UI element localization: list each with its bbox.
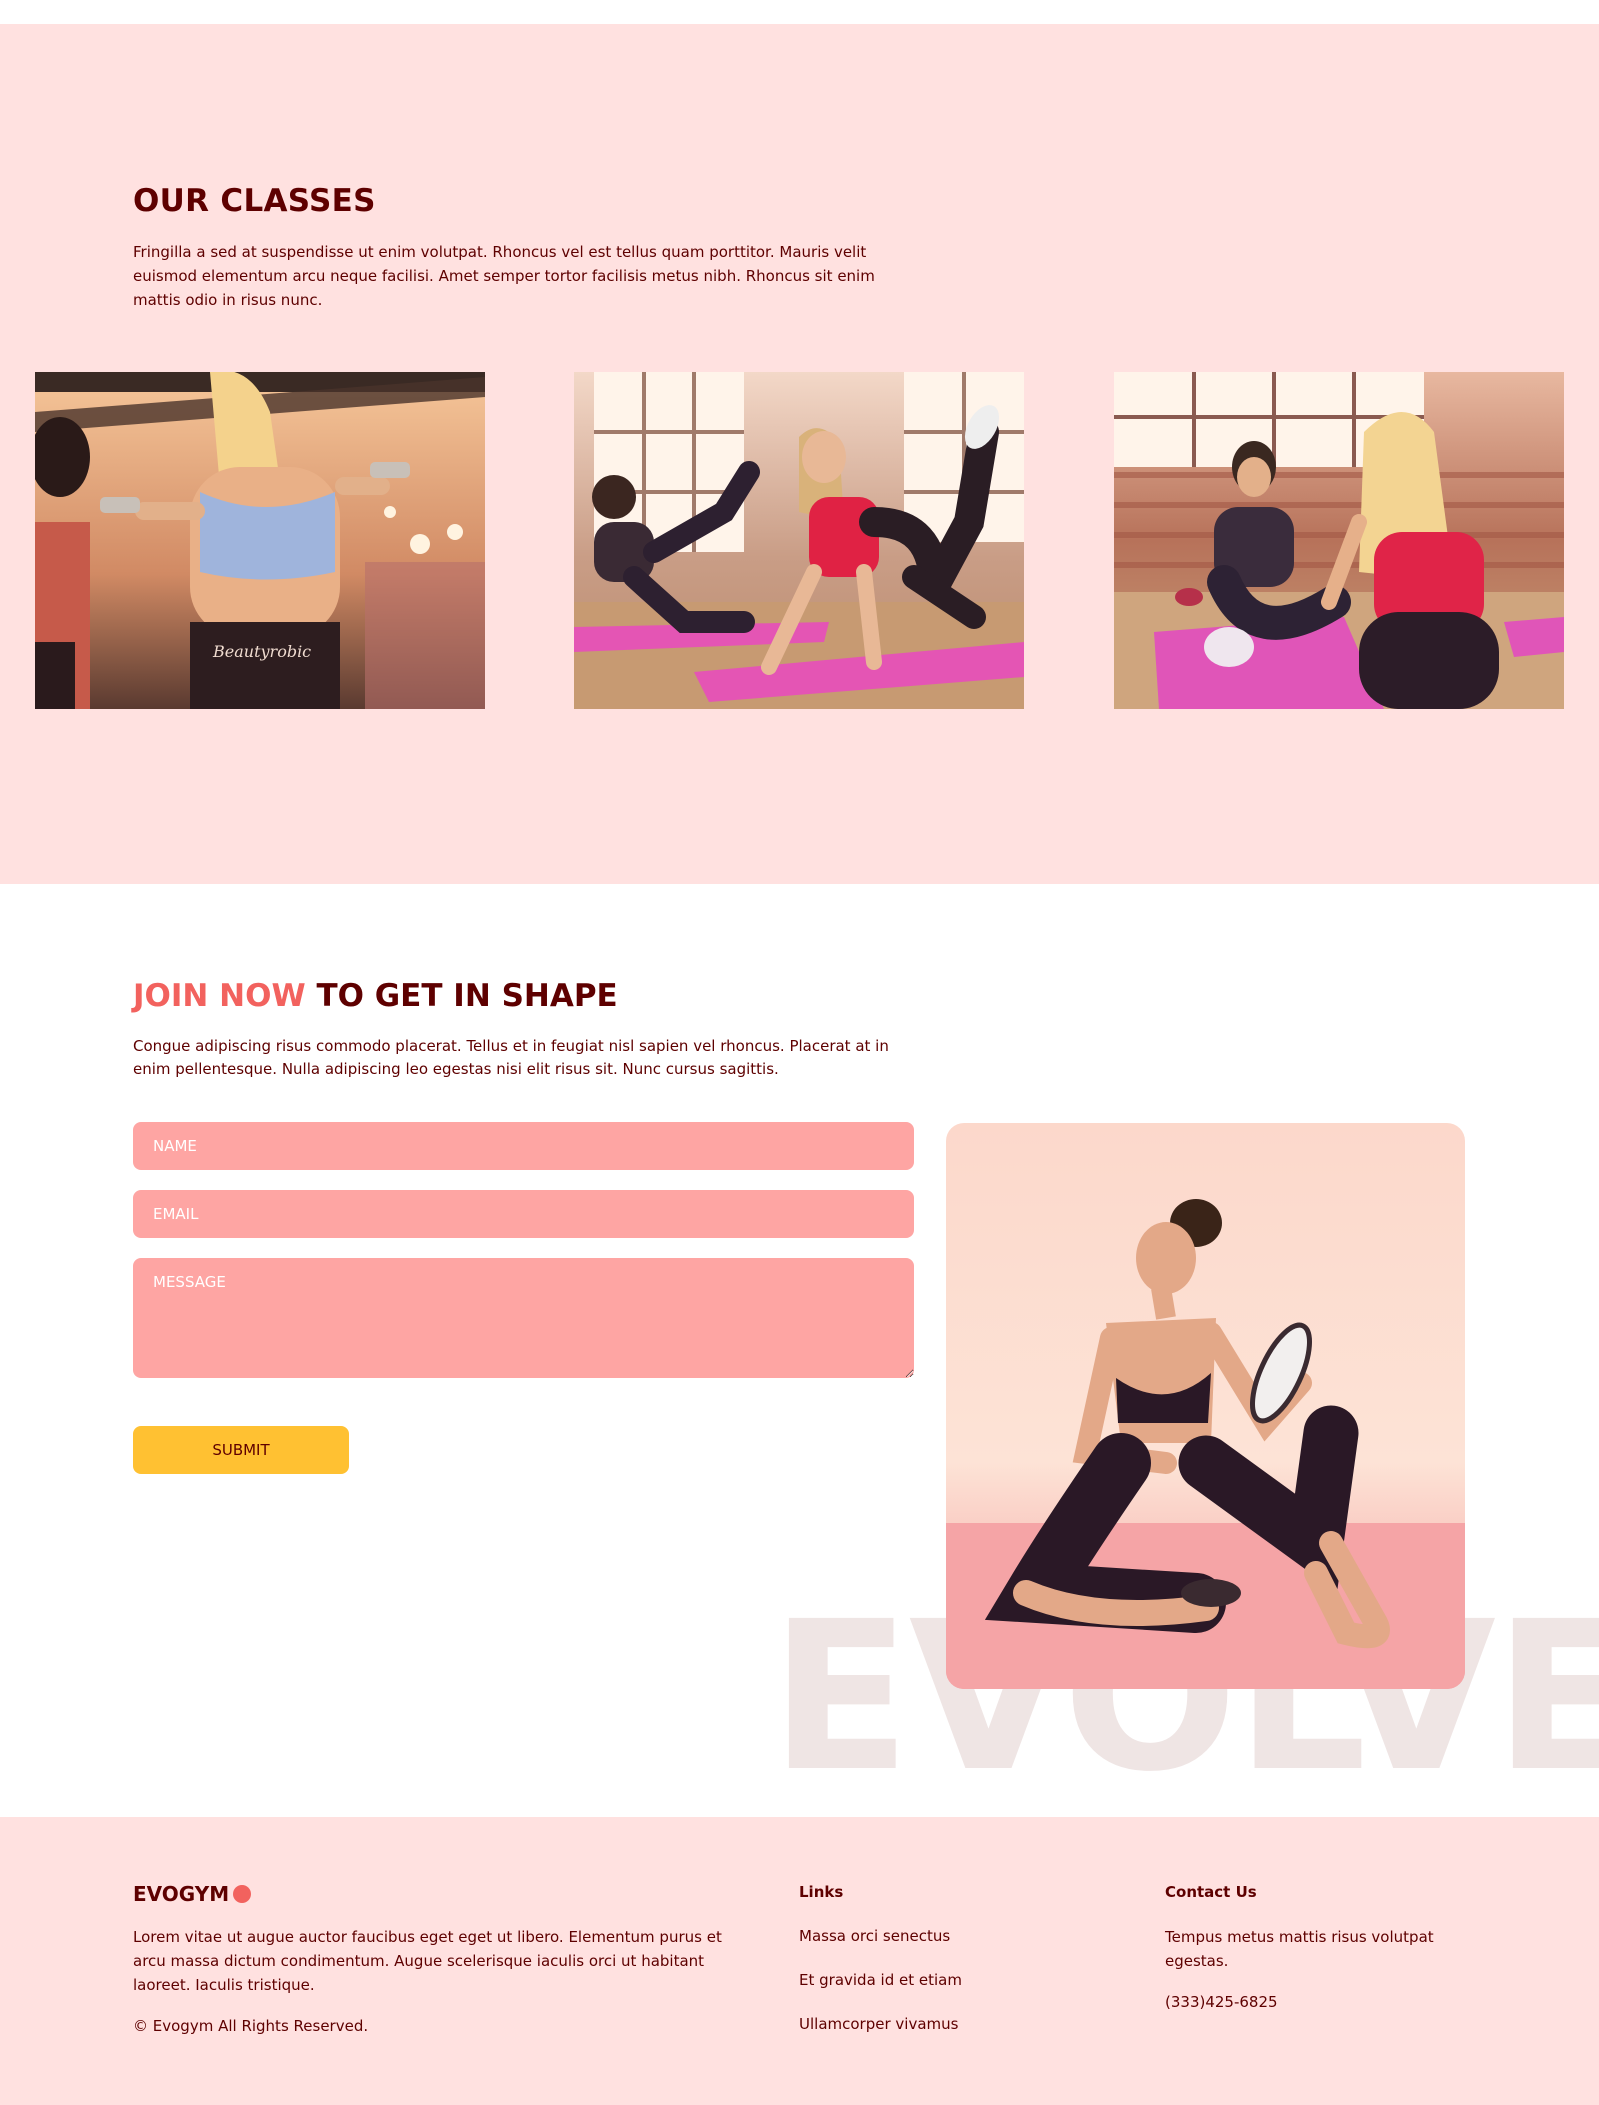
join-description: Congue adipiscing risus commodo placerat… (133, 1037, 889, 1078)
our-classes-section: OUR CLASSES Fringilla a sed at suspendis… (0, 24, 1599, 884)
logo-text: EVOGYM (133, 1882, 230, 1906)
links-heading: Links (799, 1883, 844, 1901)
stretching-class-image[interactable] (1114, 372, 1564, 709)
classes-title: OUR CLASSES (133, 183, 376, 219)
footer-logo[interactable]: EVOGYM (133, 1882, 252, 1906)
classes-description: Fringilla a sed at suspendisse ut enim v… (133, 243, 875, 309)
footer-link-1[interactable]: Massa orci senectus (799, 1927, 950, 1945)
dumbbell-class-image[interactable]: Beautyrobic (35, 372, 485, 709)
logo-dot-icon (233, 1885, 252, 1903)
submit-button[interactable]: SUBMIT (133, 1426, 349, 1474)
footer-copyright: © Evogym All Rights Reserved. (133, 2017, 369, 2035)
footer-link-3[interactable]: Ullamcorper vivamus (799, 2015, 958, 2033)
footer: EVOGYM Lorem vitae ut augue auctor fauci… (0, 1817, 1599, 2105)
join-title-rest: TO GET IN SHAPE (305, 978, 618, 1014)
contact-address: Tempus metus mattis risus volutpat egest… (1165, 1928, 1434, 1970)
contact-heading: Contact Us (1165, 1883, 1257, 1901)
name-input[interactable] (133, 1122, 914, 1170)
mat-workout-class-image[interactable] (574, 372, 1024, 709)
join-title-accent: JOIN NOW (133, 978, 306, 1014)
contact-fitness-image (946, 1123, 1465, 1689)
contact-phone[interactable]: (333)425-6825 (1165, 1993, 1278, 2011)
svg-text:Beautyrobic: Beautyrobic (212, 642, 311, 661)
message-input[interactable] (133, 1258, 914, 1378)
footer-link-2[interactable]: Et gravida id et etiam (799, 1971, 962, 1989)
join-title: JOIN NOW TO GET IN SHAPE (133, 978, 618, 1014)
footer-about-text: Lorem vitae ut augue auctor faucibus ege… (133, 1928, 722, 1994)
email-input[interactable] (133, 1190, 914, 1238)
